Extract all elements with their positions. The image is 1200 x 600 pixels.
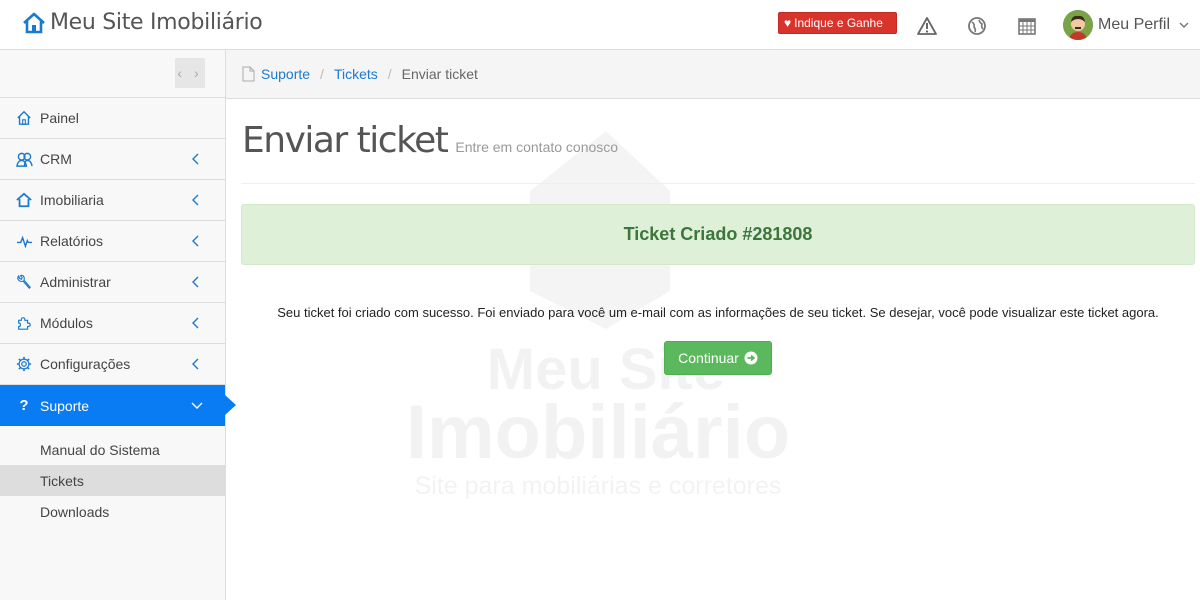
sidebar-item-label: Relatórios (40, 233, 104, 249)
sidebar-item-suporte[interactable]: ? Suporte (0, 385, 236, 426)
sidebar-subitem-tickets[interactable]: Tickets (0, 465, 225, 496)
sidebar-submenu-suporte: Manual do Sistema Tickets Downloads (0, 426, 225, 527)
avatar (1063, 10, 1093, 40)
breadcrumb-suporte[interactable]: Suporte (261, 66, 310, 82)
calendar-icon[interactable] (1017, 16, 1037, 36)
sidebar-toggle-row: ‹ › (0, 50, 225, 98)
brand-name: Meu Site Imobiliário (50, 10, 263, 35)
continue-label: Continuar (678, 350, 739, 366)
wrench-icon (15, 273, 33, 291)
sidebar-item-configuracoes[interactable]: Configurações (0, 344, 225, 385)
sidebar-item-label: Imobiliaria (40, 192, 104, 208)
house-icon (15, 191, 33, 209)
sidebar-item-crm[interactable]: CRM (0, 139, 225, 180)
users-icon (15, 150, 33, 168)
question-icon: ? (19, 397, 29, 414)
breadcrumb: Suporte / Tickets / Enviar ticket (226, 50, 1200, 99)
sidebar-item-label: Módulos (40, 315, 93, 331)
breadcrumb-separator: / (387, 66, 392, 82)
sidebar-item-label: CRM (40, 151, 72, 167)
sidebar-item-label: Configurações (40, 356, 131, 372)
chevron-down-icon (191, 402, 203, 409)
continue-button[interactable]: Continuar (664, 341, 772, 375)
puzzle-icon (15, 314, 33, 332)
sidebar-item-imobiliaria[interactable]: Imobiliaria (0, 180, 225, 221)
sidebar-subitem-downloads[interactable]: Downloads (0, 496, 225, 527)
chevron-left-icon (192, 317, 199, 329)
profile-menu[interactable]: Meu Perfil (1063, 10, 1189, 40)
sidebar-item-label: Administrar (40, 274, 111, 290)
refer-label: Indique e Ganhe (794, 16, 883, 30)
watermark-line3: Site para mobiliárias e corretores (415, 472, 782, 500)
page-subtitle: Entre em contato conosco (455, 139, 619, 155)
page-header: Enviar ticket Entre em contato conosco (242, 120, 618, 161)
gear-icon (15, 355, 33, 373)
sidebar-item-relatorios[interactable]: Relatórios (0, 221, 225, 262)
sidebar-subitem-manual[interactable]: Manual do Sistema (0, 434, 225, 465)
sidebar-item-painel[interactable]: Painel (0, 98, 225, 139)
watermark-line2: Imobiliário (406, 390, 790, 475)
chevron-left-icon (192, 276, 199, 288)
success-message: Seu ticket foi criado com sucesso. Foi e… (277, 305, 1159, 320)
heart-icon: ♥ (784, 16, 792, 30)
sidebar-item-administrar[interactable]: Administrar (0, 262, 225, 303)
top-header: Meu Site Imobiliário ♥ Indique e Ganhe M… (0, 0, 1200, 50)
chevron-left-icon (192, 358, 199, 370)
profile-label: Meu Perfil (1098, 16, 1171, 33)
sidebar-item-label: Suporte (40, 397, 90, 414)
refer-button[interactable]: ♥ Indique e Ganhe (778, 12, 897, 34)
divider (241, 183, 1195, 184)
brand-logo[interactable]: Meu Site Imobiliário (22, 10, 263, 35)
warning-icon[interactable] (917, 16, 937, 36)
home-logo-icon (23, 12, 45, 33)
globe-icon[interactable] (967, 16, 987, 36)
sidebar-toggle-button[interactable]: ‹ › (175, 58, 205, 88)
chevron-left-icon (192, 235, 199, 247)
sidebar-item-modulos[interactable]: Módulos (0, 303, 225, 344)
chevron-left-icon (192, 194, 199, 206)
chevron-left-icon (192, 153, 199, 165)
arrow-circle-right-icon (744, 351, 758, 365)
sidebar-item-label: Painel (40, 110, 79, 126)
sidebar: ‹ › Painel CRM Imobiliaria Relatórios Ad… (0, 50, 236, 600)
main-content: Meu Site Imobiliário Site para mobiliári… (226, 99, 1200, 600)
page-title: Enviar ticket (242, 120, 449, 161)
alert-text: Ticket Criado #281808 (623, 224, 813, 244)
document-icon (242, 66, 255, 82)
breadcrumb-tickets[interactable]: Tickets (334, 66, 378, 82)
breadcrumb-current: Enviar ticket (401, 66, 478, 82)
success-alert: Ticket Criado #281808 (241, 204, 1195, 265)
pulse-icon (15, 232, 33, 250)
chevron-down-icon (1179, 22, 1189, 28)
home-icon (15, 109, 33, 127)
breadcrumb-separator: / (320, 66, 324, 82)
